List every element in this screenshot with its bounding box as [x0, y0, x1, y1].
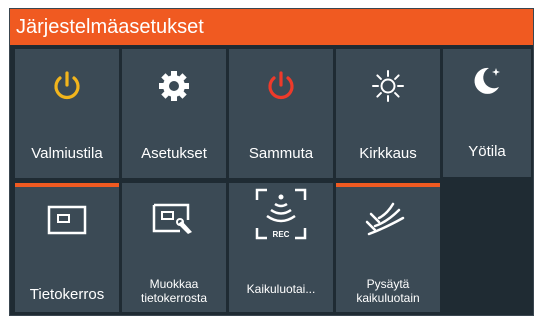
power-icon	[15, 61, 119, 111]
settings-button[interactable]: Asetukset	[122, 49, 226, 178]
active-indicator	[336, 183, 440, 187]
data-overlay-icon	[15, 195, 119, 245]
standby-button[interactable]: Valmiustila	[15, 49, 119, 178]
sonar-record-label: Kaikuluotai...	[246, 282, 316, 296]
pause-sonar-label: Pysäytä kaikuluotain	[356, 277, 420, 305]
brightness-button[interactable]: Kirkkaus	[336, 49, 440, 178]
pause-sonar-button[interactable]: Pysäytä kaikuluotain	[336, 183, 440, 312]
power-icon	[229, 61, 333, 111]
data-overlay-label: Tietokerros	[29, 286, 105, 303]
panel-title: Järjestelmäasetukset	[10, 9, 533, 45]
gear-icon	[122, 61, 226, 111]
night-mode-label: Yötila	[468, 143, 506, 160]
settings-label: Asetukset	[141, 145, 207, 162]
night-mode-button[interactable]: Yötila	[443, 49, 531, 177]
sonar-record-icon: REC	[229, 188, 333, 240]
shutdown-button[interactable]: Sammuta	[229, 49, 333, 178]
data-overlay-button[interactable]: Tietokerros	[15, 183, 119, 312]
active-indicator	[15, 183, 119, 187]
standby-label: Valmiustila	[31, 145, 103, 162]
rec-text: REC	[273, 230, 290, 239]
system-settings-panel: Järjestelmäasetukset Valmiustila Asetuks…	[9, 8, 534, 316]
moon-icon	[443, 55, 531, 105]
edit-overlay-label: Muokkaa tietokerrosta	[140, 277, 208, 305]
shutdown-label: Sammuta	[248, 145, 314, 162]
brightness-label: Kirkkaus	[359, 145, 417, 162]
sonar-record-button[interactable]: REC Kaikuluotai...	[229, 183, 333, 312]
edit-overlay-icon	[122, 195, 226, 245]
sun-icon	[336, 61, 440, 111]
pause-sonar-icon	[336, 195, 440, 245]
edit-overlay-button[interactable]: Muokkaa tietokerrosta	[122, 183, 226, 312]
